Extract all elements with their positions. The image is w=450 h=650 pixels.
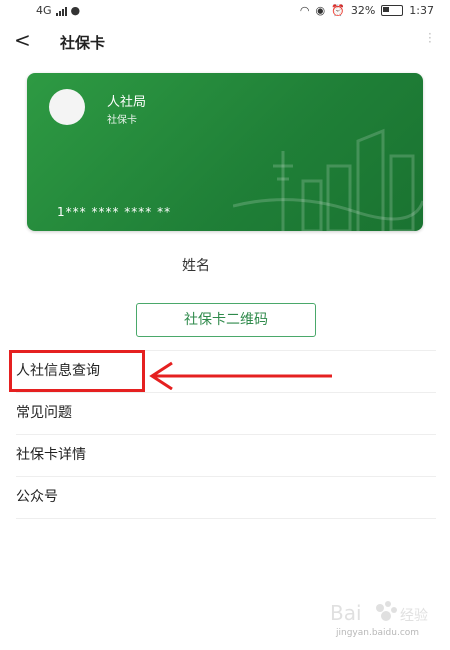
card-subtitle: 社保卡 (107, 115, 137, 126)
back-chevron-icon[interactable]: < (14, 28, 31, 52)
status-right: ◠ ◉ ⏰ 32% 1:37 (300, 4, 434, 17)
eye-icon: ◉ (315, 4, 326, 17)
more-options-icon[interactable]: · · · (428, 28, 432, 48)
battery-icon (381, 5, 404, 16)
svg-text:Bai: Bai (330, 601, 362, 625)
network-label: 4G (36, 4, 52, 17)
menu-item-official-account[interactable]: 公众号 (16, 477, 436, 519)
signal-icon (55, 6, 67, 16)
menu-item-faq[interactable]: 常见问题 (16, 393, 436, 435)
city-skyline-decoration (233, 128, 423, 231)
qr-code-button[interactable]: 社保卡二维码 (136, 303, 316, 337)
card-number: 1*** **** **** ** (57, 205, 172, 219)
menu-item-card-details[interactable]: 社保卡详情 (16, 435, 436, 477)
annotation-arrow-icon (149, 361, 332, 390)
wechat-icon: ● (70, 4, 81, 17)
svg-text:经验: 经验 (400, 608, 428, 624)
card-issuer: 人社局 (107, 95, 147, 110)
status-bar: 4G ● ◠ ◉ ⏰ 32% 1:37 (0, 0, 450, 22)
social-security-card[interactable]: 人社局 社保卡 1*** **** **** ** (27, 73, 423, 231)
page-title: 社保卡 (60, 34, 106, 52)
issuer-logo (49, 89, 85, 125)
watermark-url: jingyan.baidu.com (336, 628, 420, 638)
battery-percent: 32% (350, 4, 376, 17)
alarm-icon: ⏰ (331, 4, 345, 17)
status-left: 4G ● (36, 4, 80, 17)
name-label: 姓名 (182, 258, 210, 274)
headphone-icon: ◠ (299, 4, 310, 17)
annotation-highlight-box (9, 350, 145, 392)
app-header: < 社保卡 · · · (0, 22, 450, 62)
clock-time: 1:37 (409, 4, 434, 17)
